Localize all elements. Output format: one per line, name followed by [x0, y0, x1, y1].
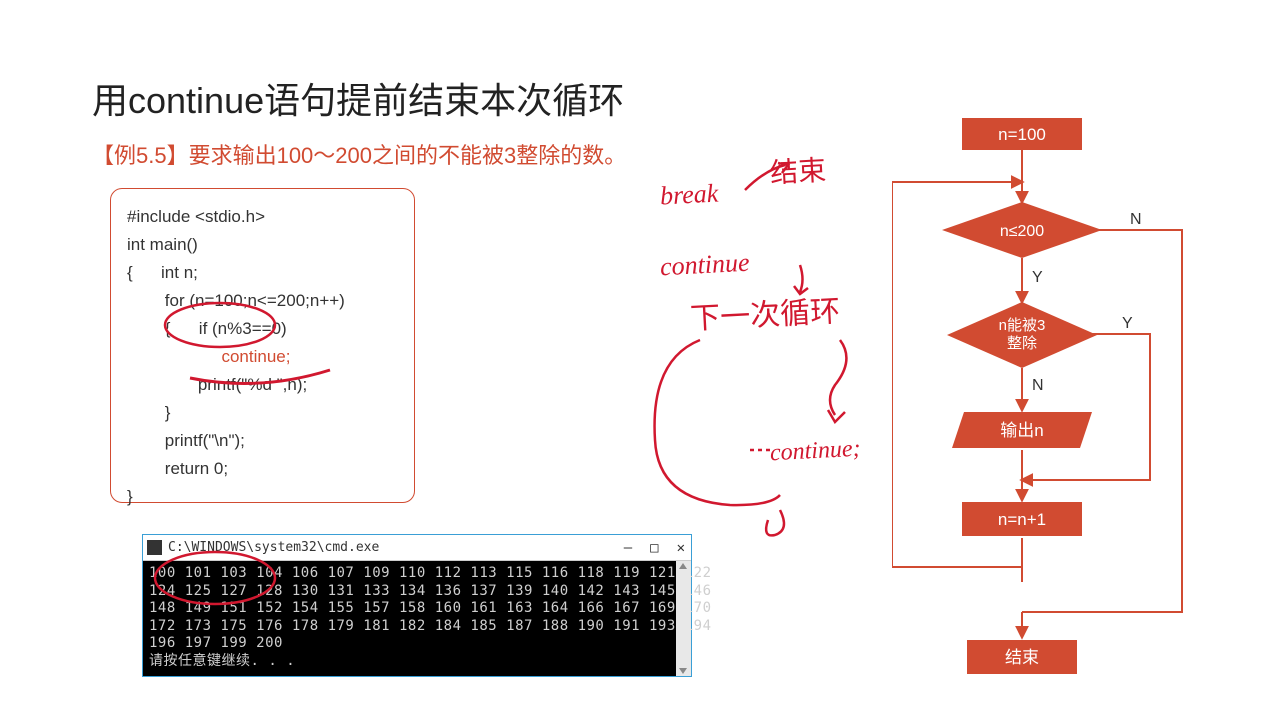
flow-cond-mod-b: 整除	[1007, 335, 1037, 352]
code-line: return 0;	[127, 459, 228, 478]
hand-curve-lines	[640, 330, 900, 550]
cmd-row: 请按任意键继续. . .	[149, 653, 295, 669]
flowchart: n=100 n≤200 N Y n能被3 整除 Y N 输出n n=n+1 结束	[892, 112, 1222, 672]
code-line: #include <stdio.h>	[127, 207, 265, 226]
code-line: int main()	[127, 235, 198, 254]
hand-break: break	[659, 178, 719, 211]
hand-annotation-cmd	[140, 548, 300, 628]
flow-output: 输出n	[1000, 421, 1043, 440]
example-subtitle: 【例5.5】要求输出100～200之间的不能被3整除的数。	[92, 138, 626, 170]
flow-label-y: Y	[1032, 269, 1043, 286]
code-line: printf("\n");	[127, 431, 245, 450]
flow-end: 结束	[1005, 648, 1039, 667]
scrollbar[interactable]	[676, 561, 691, 676]
hand-annotation-code	[150, 300, 370, 410]
flow-init: n=100	[998, 125, 1046, 144]
slide-title: 用continue语句提前结束本次循环	[92, 72, 624, 124]
code-line: { int n;	[127, 263, 198, 282]
minimize-button[interactable]: —	[624, 540, 632, 556]
flow-label-y2: Y	[1122, 315, 1133, 332]
flow-label-n2: N	[1032, 377, 1044, 394]
hand-arrow-continue	[790, 260, 820, 300]
code-line: }	[127, 487, 133, 506]
flow-cond-mod-a: n能被3	[999, 317, 1046, 334]
hand-continue: continue	[659, 248, 750, 283]
flow-inc: n=n+1	[998, 510, 1046, 529]
cmd-row: 196 197 199 200	[149, 635, 283, 651]
hand-arrow-break	[740, 160, 800, 200]
flow-cond-loop: n≤200	[1000, 223, 1044, 240]
flow-label-n: N	[1130, 211, 1142, 228]
